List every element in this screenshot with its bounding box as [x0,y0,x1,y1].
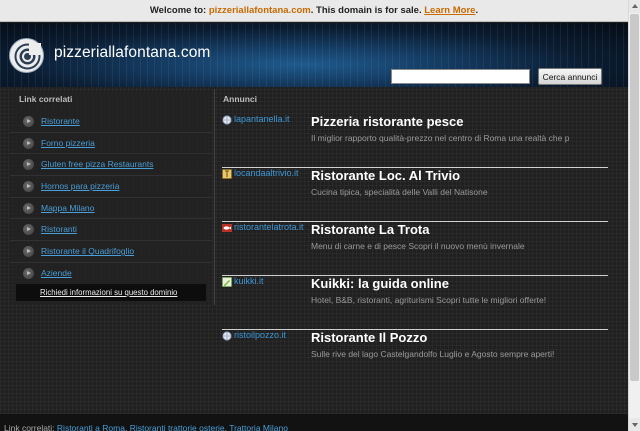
sidebar-item-gluten-free[interactable]: Gluten free pizza Restaurants [10,154,212,177]
arrow-bullet-icon [23,246,34,258]
related-links-list: Ristorante Forno pizzeria Gluten free pi… [10,111,212,285]
sidebar-link[interactable]: Ristoranti [41,224,77,234]
arrow-bullet-icon [23,202,34,214]
arrow-bullet-icon [23,116,34,127]
learn-more-link[interactable]: Learn More [424,5,475,16]
banner-suffix: . [475,5,479,16]
scroll-down-arrow-icon[interactable] [629,418,640,431]
sidebar-title: Link correlati [19,94,73,104]
pencil-icon [222,277,232,287]
scrollbar-thumb[interactable] [630,14,639,381]
arrow-bullet-icon [23,224,34,236]
banner-middle: . This domain is for sale. [310,5,425,16]
footer-link[interactable]: Ristoranti a Roma [57,423,125,431]
arrow-bullet-icon [23,267,34,279]
domain-sale-banner: Welcome to: pizzeriallafontana.com. This… [0,0,628,22]
ads-title: Annunci [223,94,257,104]
sidebar-link[interactable]: Mappa Milano [41,203,94,213]
ad-domain-link[interactable]: ristorantelatrota.it [234,222,309,232]
ad-title-link[interactable]: Ristorante Loc. Al Trivio [311,168,460,183]
ad-domain-link[interactable]: lapantanella.it [234,114,309,124]
ad-title-link[interactable]: Kuikki: la guida online [311,276,449,291]
scroll-up-arrow-icon[interactable] [629,0,640,13]
banner-domain: pizzeriallafontana.com [208,5,311,16]
fish-icon [222,223,232,233]
ad-description: Il miglior rapporto qualità-prezzo nel c… [311,133,570,143]
footer-related-links: Link correlati: Ristoranti a Roma, Risto… [0,414,628,431]
ad-domain-link[interactable]: ristoilpozzo.it [234,330,309,340]
search-button[interactable]: Cerca annunci [538,68,602,85]
sign-icon [222,169,232,179]
ad-description: Sulle rive del lago Castelgandolfo Lugli… [311,349,555,359]
ad-title-link[interactable]: Ristorante La Trota [311,222,429,237]
sidebar-link[interactable]: Gluten free pizza Restaurants [41,159,153,169]
sidebar-item-forno-pizzeria[interactable]: Forno pizzeria [10,133,212,155]
globe-icon [222,115,232,125]
banner-prefix: Welcome to: [149,5,209,16]
ad-description: Hotel, B&B, ristoranti, agriturismi Scop… [311,295,547,305]
sidebar-item-ristoranti[interactable]: Ristoranti [10,219,212,242]
ad-description: Cucina tipica, specialità delle Valli de… [311,187,488,197]
sidebar-link[interactable]: Aziende [41,268,72,278]
site-header: pizzeriallafontana.com Cerca annunci [0,23,628,87]
site-logo-icon [9,38,44,73]
ad-domain-link[interactable]: kuikki.it [234,276,309,286]
vertical-scrollbar[interactable] [628,0,640,431]
related-links-sidebar: Link correlati Ristorante Forno pizzeria… [10,91,212,303]
ad-item[interactable]: kuikki.it Kuikki: la guida online Hotel,… [222,276,608,330]
sidebar-link[interactable]: Ristorante il Quadrifoglio [41,246,134,256]
sidebar-link[interactable]: Forno pizzeria [41,138,95,148]
ad-description: Menu di carne e di pesce Scopri il nuovo… [311,241,525,251]
sidebar-item-aziende[interactable]: Aziende [10,263,212,285]
globe-icon [222,331,232,341]
footer-prefix: Link correlati: [4,423,57,431]
sidebar-item-ristorante[interactable]: Ristorante [10,111,212,133]
sidebar-link[interactable]: Ristorante [41,116,80,126]
ad-title-link[interactable]: Ristorante Il Pozzo [311,330,427,345]
sidebar-item-quadrifoglio[interactable]: Ristorante il Quadrifoglio [10,241,212,263]
ad-item[interactable]: lapantanella.it Pizzeria ristorante pesc… [222,114,608,168]
domain-info-link[interactable]: Richiedi informazioni su questo dominio [16,284,206,301]
site-title: pizzeriallafontana.com [54,44,211,61]
main-content: Link correlati Ristorante Forno pizzeria… [0,87,628,414]
ad-item[interactable]: ristorantelatrota.it Ristorante La Trota… [222,222,608,276]
ad-domain-link[interactable]: locandaaltrivio.it [234,168,309,178]
arrow-bullet-icon [23,159,34,171]
footer-link[interactable]: Trattoria Milano [229,423,288,431]
sidebar-item-hornos[interactable]: Hornos para pizzeria [10,176,212,198]
arrow-bullet-icon [23,181,34,193]
sidebar-item-mappa-milano[interactable]: Mappa Milano [10,198,212,220]
arrow-bullet-icon [23,137,34,149]
ad-title-link[interactable]: Pizzeria ristorante pesce [311,114,463,129]
search-input[interactable] [391,69,530,84]
footer-link[interactable]: Ristoranti trattorie osterie [130,423,225,431]
sidebar-link[interactable]: Hornos para pizzeria [41,181,119,191]
column-divider [214,89,215,305]
ad-item[interactable]: locandaaltrivio.it Ristorante Loc. Al Tr… [222,168,608,222]
ad-item[interactable]: ristoilpozzo.it Ristorante Il Pozzo Sull… [222,330,608,384]
